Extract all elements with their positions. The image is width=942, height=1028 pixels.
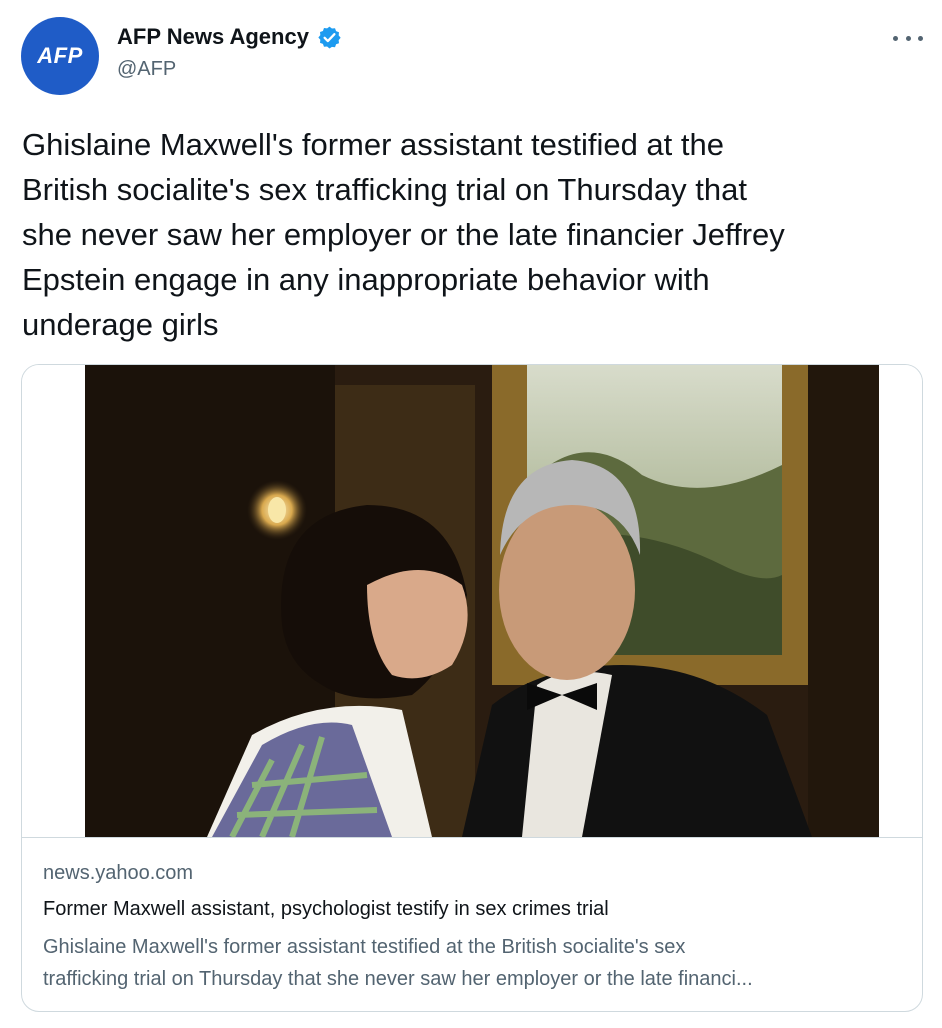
tweet-text-line: Ghislaine Maxwell's former assistant tes… bbox=[22, 127, 724, 162]
card-description-line: trafficking trial on Thursday that she n… bbox=[43, 968, 753, 990]
tweet-text-line: underage girls bbox=[22, 307, 219, 342]
tweet-text: Ghislaine Maxwell's former assistant tes… bbox=[22, 122, 927, 347]
tweet-text-line: British socialite's sex trafficking tria… bbox=[22, 172, 747, 207]
author-name-row[interactable]: AFP News Agency bbox=[117, 24, 342, 50]
avatar[interactable]: AFP bbox=[21, 17, 99, 95]
card-description-line: Ghislaine Maxwell's former assistant tes… bbox=[43, 936, 686, 958]
avatar-logo-text: AFP bbox=[37, 43, 83, 68]
verified-badge-icon bbox=[317, 25, 342, 50]
author-name[interactable]: AFP News Agency bbox=[117, 24, 309, 50]
tweet-text-line: she never saw her employer or the late f… bbox=[22, 217, 785, 252]
card-title[interactable]: Former Maxwell assistant, psychologist t… bbox=[43, 898, 609, 921]
card-domain: news.yahoo.com bbox=[43, 862, 194, 884]
tweet-text-line: Epstein engage in any inappropriate beha… bbox=[22, 262, 710, 297]
link-preview-image[interactable] bbox=[22, 365, 922, 837]
more-options-icon[interactable] bbox=[893, 28, 923, 48]
card-divider bbox=[22, 837, 922, 838]
card-description: Ghislaine Maxwell's former assistant tes… bbox=[43, 931, 905, 995]
link-preview-card[interactable]: news.yahoo.com Former Maxwell assistant,… bbox=[21, 364, 923, 1012]
tweet: AFP AFP News Agency @AFP Ghislaine Maxwe… bbox=[0, 0, 942, 1028]
author-handle[interactable]: @AFP bbox=[117, 58, 176, 81]
